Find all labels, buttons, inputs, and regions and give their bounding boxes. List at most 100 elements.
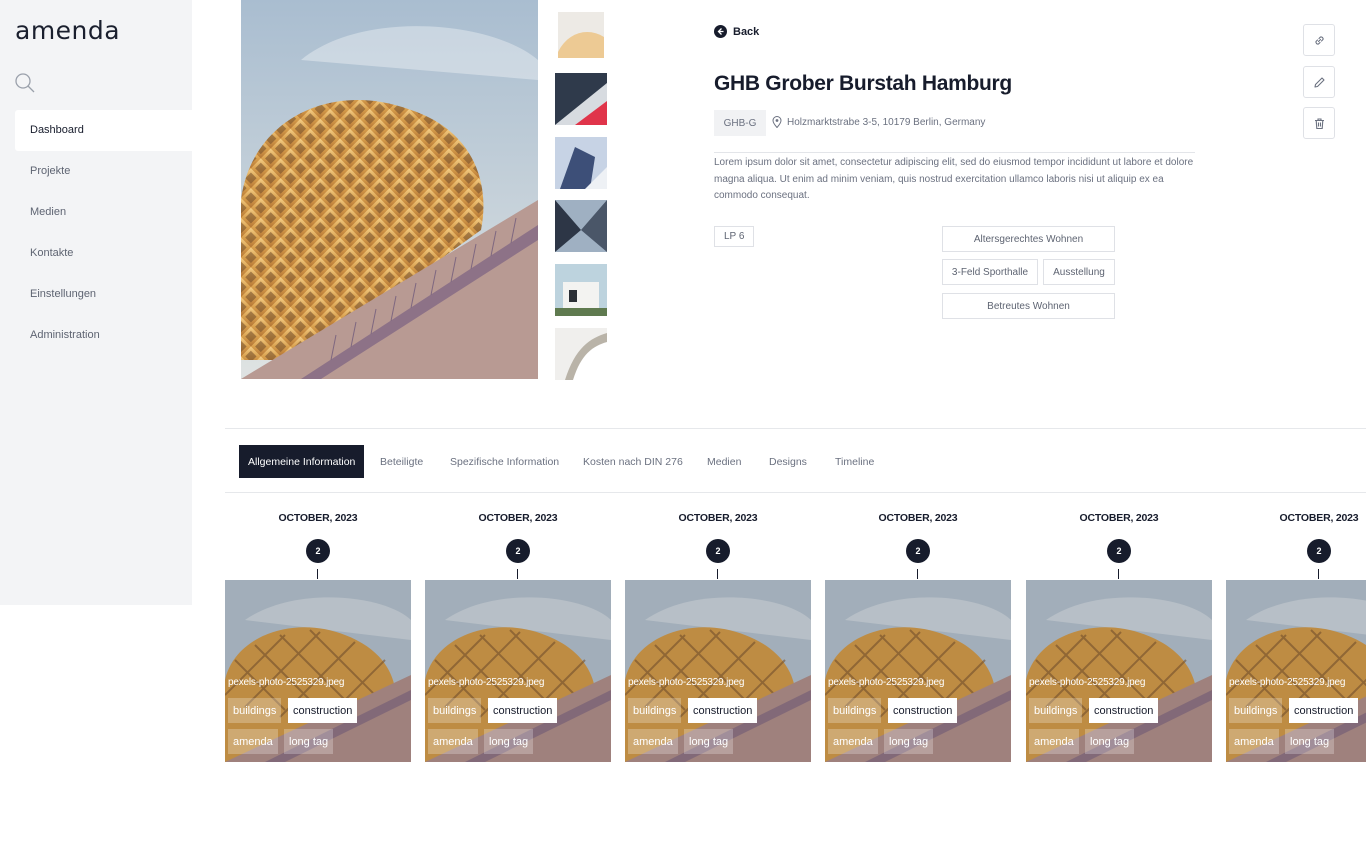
timeline-connector	[317, 569, 318, 579]
project-main-image[interactable]	[241, 0, 538, 379]
edit-button[interactable]	[1303, 66, 1335, 98]
media-tag[interactable]: buildings	[828, 698, 882, 723]
project-description: Lorem ipsum dolor sit amet, consectetur …	[714, 152, 1195, 205]
timeline-count-badge[interactable]: 2	[506, 539, 530, 563]
timeline-date: OCTOBER, 2023	[678, 512, 758, 524]
timeline-connector	[717, 569, 718, 579]
pencil-icon	[1313, 76, 1325, 88]
media-tag[interactable]: amenda	[1029, 729, 1079, 754]
media-tag[interactable]: long tag	[484, 729, 534, 754]
project-tag: Betreutes Wohnen	[942, 293, 1115, 319]
thumbnail-5[interactable]	[555, 264, 607, 316]
timeline-connector	[517, 569, 518, 579]
media-tag[interactable]: long tag	[1285, 729, 1335, 754]
timeline-date: OCTOBER, 2023	[478, 512, 558, 524]
media-tag[interactable]: construction	[288, 698, 358, 723]
media-filename: pexels-photo-2525329.jpeg	[228, 677, 345, 688]
page: amenda Dashboard Projekte Medien Kontakt…	[0, 0, 1366, 843]
media-tag[interactable]: long tag	[884, 729, 934, 754]
media-tag[interactable]: long tag	[684, 729, 734, 754]
delete-button[interactable]	[1303, 107, 1335, 139]
media-filename: pexels-photo-2525329.jpeg	[1029, 677, 1146, 688]
media-tag[interactable]: buildings	[428, 698, 482, 723]
sidebar-item-projekte[interactable]: Projekte	[15, 151, 192, 192]
map-pin-icon	[772, 116, 782, 128]
timeline-media-card[interactable]: pexels-photo-2525329.jpeg buildings cons…	[625, 580, 811, 762]
sidebar-item-administration[interactable]: Administration	[15, 315, 192, 356]
sidebar-item-medien[interactable]: Medien	[15, 192, 192, 233]
tab-kosten-nach-din-276[interactable]: Kosten nach DIN 276	[583, 445, 683, 478]
tab-allgemeine-information[interactable]: Allgemeine Information	[239, 445, 365, 478]
thumbnail-4[interactable]	[555, 200, 607, 252]
media-tag[interactable]: amenda	[228, 729, 278, 754]
trash-icon	[1314, 117, 1324, 129]
sidebar-item-dashboard[interactable]: Dashboard	[15, 110, 192, 151]
back-button[interactable]: Back	[714, 25, 759, 38]
timeline-count-badge[interactable]: 2	[1307, 539, 1331, 563]
sidebar-item-einstellungen[interactable]: Einstellungen	[15, 274, 192, 315]
media-tag[interactable]: buildings	[228, 698, 282, 723]
thumbnail-3[interactable]	[555, 137, 607, 189]
project-code-badge: GHB-G	[714, 110, 766, 136]
tab-bar: Allgemeine Information Beteiligte Spezif…	[225, 428, 1366, 493]
back-label: Back	[733, 25, 760, 38]
sidebar-item-kontakte[interactable]: Kontakte	[15, 233, 192, 274]
media-tag[interactable]: buildings	[628, 698, 682, 723]
link-icon	[1314, 35, 1324, 45]
timeline-count-badge[interactable]: 2	[306, 539, 330, 563]
timeline-media-card[interactable]: pexels-photo-2525329.jpeg buildings cons…	[825, 580, 1011, 762]
tab-medien[interactable]: Medien	[707, 445, 741, 478]
search-icon[interactable]	[14, 72, 36, 94]
copy-link-button[interactable]	[1303, 24, 1335, 56]
media-tag[interactable]: construction	[1289, 698, 1359, 723]
page-title: GHB Grober Burstah Hamburg	[714, 72, 1012, 95]
media-tag[interactable]: buildings	[1229, 698, 1283, 723]
tab-timeline[interactable]: Timeline	[835, 445, 874, 478]
timeline-media-card[interactable]: pexels-photo-2525329.jpeg buildings cons…	[1226, 580, 1366, 762]
tab-beteiligte[interactable]: Beteiligte	[380, 445, 423, 478]
arrow-left-icon	[714, 25, 727, 38]
media-tag[interactable]: long tag	[284, 729, 334, 754]
timeline-count-badge[interactable]: 2	[706, 539, 730, 563]
media-tag[interactable]: amenda	[428, 729, 478, 754]
media-tag[interactable]: long tag	[1085, 729, 1135, 754]
media-filename: pexels-photo-2525329.jpeg	[1229, 677, 1346, 688]
media-filename: pexels-photo-2525329.jpeg	[628, 677, 745, 688]
media-tag[interactable]: construction	[488, 698, 558, 723]
tab-designs[interactable]: Designs	[769, 445, 807, 478]
media-tag[interactable]: amenda	[628, 729, 678, 754]
timeline-date: OCTOBER, 2023	[1279, 512, 1359, 524]
media-tag[interactable]: construction	[888, 698, 958, 723]
media-tag[interactable]: construction	[688, 698, 758, 723]
thumbnail-6[interactable]	[555, 328, 607, 380]
media-filename: pexels-photo-2525329.jpeg	[428, 677, 545, 688]
timeline-date: OCTOBER, 2023	[278, 512, 358, 524]
timeline-connector	[917, 569, 918, 579]
timeline-date: OCTOBER, 2023	[878, 512, 958, 524]
sidebar: amenda Dashboard Projekte Medien Kontakt…	[0, 0, 192, 605]
thumbnail-2[interactable]	[555, 73, 607, 125]
media-tag[interactable]: construction	[1089, 698, 1159, 723]
timeline-date: OCTOBER, 2023	[1079, 512, 1159, 524]
timeline-media-card[interactable]: pexels-photo-2525329.jpeg buildings cons…	[225, 580, 411, 762]
project-address: Holzmarktstrabe 3-5, 10179 Berlin, Germa…	[772, 116, 985, 128]
project-tag: Ausstellung	[1043, 259, 1115, 285]
media-tag[interactable]: amenda	[1229, 729, 1279, 754]
project-tag: 3-Feld Sporthalle	[942, 259, 1038, 285]
timeline-connector	[1318, 569, 1319, 579]
timeline-media-card[interactable]: pexels-photo-2525329.jpeg buildings cons…	[1026, 580, 1212, 762]
thumbnail-1[interactable]	[558, 12, 604, 58]
phase-tag: LP 6	[714, 226, 755, 247]
media-tag[interactable]: buildings	[1029, 698, 1083, 723]
tab-spezifische-information[interactable]: Spezifische Information	[450, 445, 559, 478]
timeline-count-badge[interactable]: 2	[906, 539, 930, 563]
media-tag[interactable]: amenda	[828, 729, 878, 754]
address-text: Holzmarktstrabe 3-5, 10179 Berlin, Germa…	[787, 116, 986, 128]
timeline-media-card[interactable]: pexels-photo-2525329.jpeg buildings cons…	[425, 580, 611, 762]
app-logo[interactable]: amenda	[15, 16, 120, 45]
timeline-connector	[1118, 569, 1119, 579]
timeline-count-badge[interactable]: 2	[1107, 539, 1131, 563]
project-tag: Altersgerechtes Wohnen	[942, 226, 1115, 252]
sidebar-nav: Dashboard Projekte Medien Kontakte Einst…	[15, 110, 192, 356]
media-filename: pexels-photo-2525329.jpeg	[828, 677, 945, 688]
